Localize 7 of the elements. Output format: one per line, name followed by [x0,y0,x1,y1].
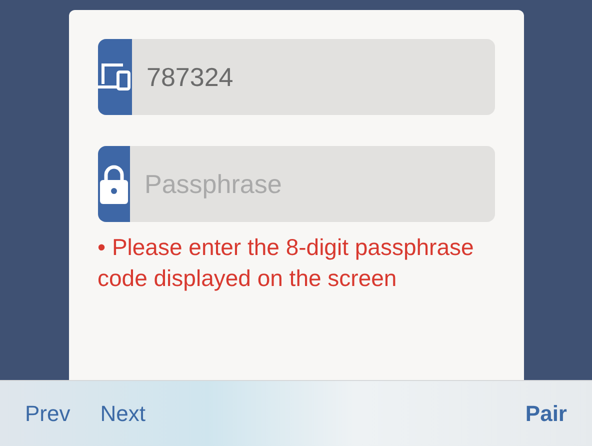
pair-button[interactable]: Pair [520,397,572,430]
passphrase-field[interactable]: Passphrase [130,146,494,222]
next-button[interactable]: Next [95,397,150,430]
code-field[interactable]: 787324 [132,39,494,115]
prev-button[interactable]: Prev [20,397,76,430]
error-message: • Please enter the 8-digit passphrase code displayed on the screen [98,233,475,293]
laptop-phone-icon [98,62,132,92]
